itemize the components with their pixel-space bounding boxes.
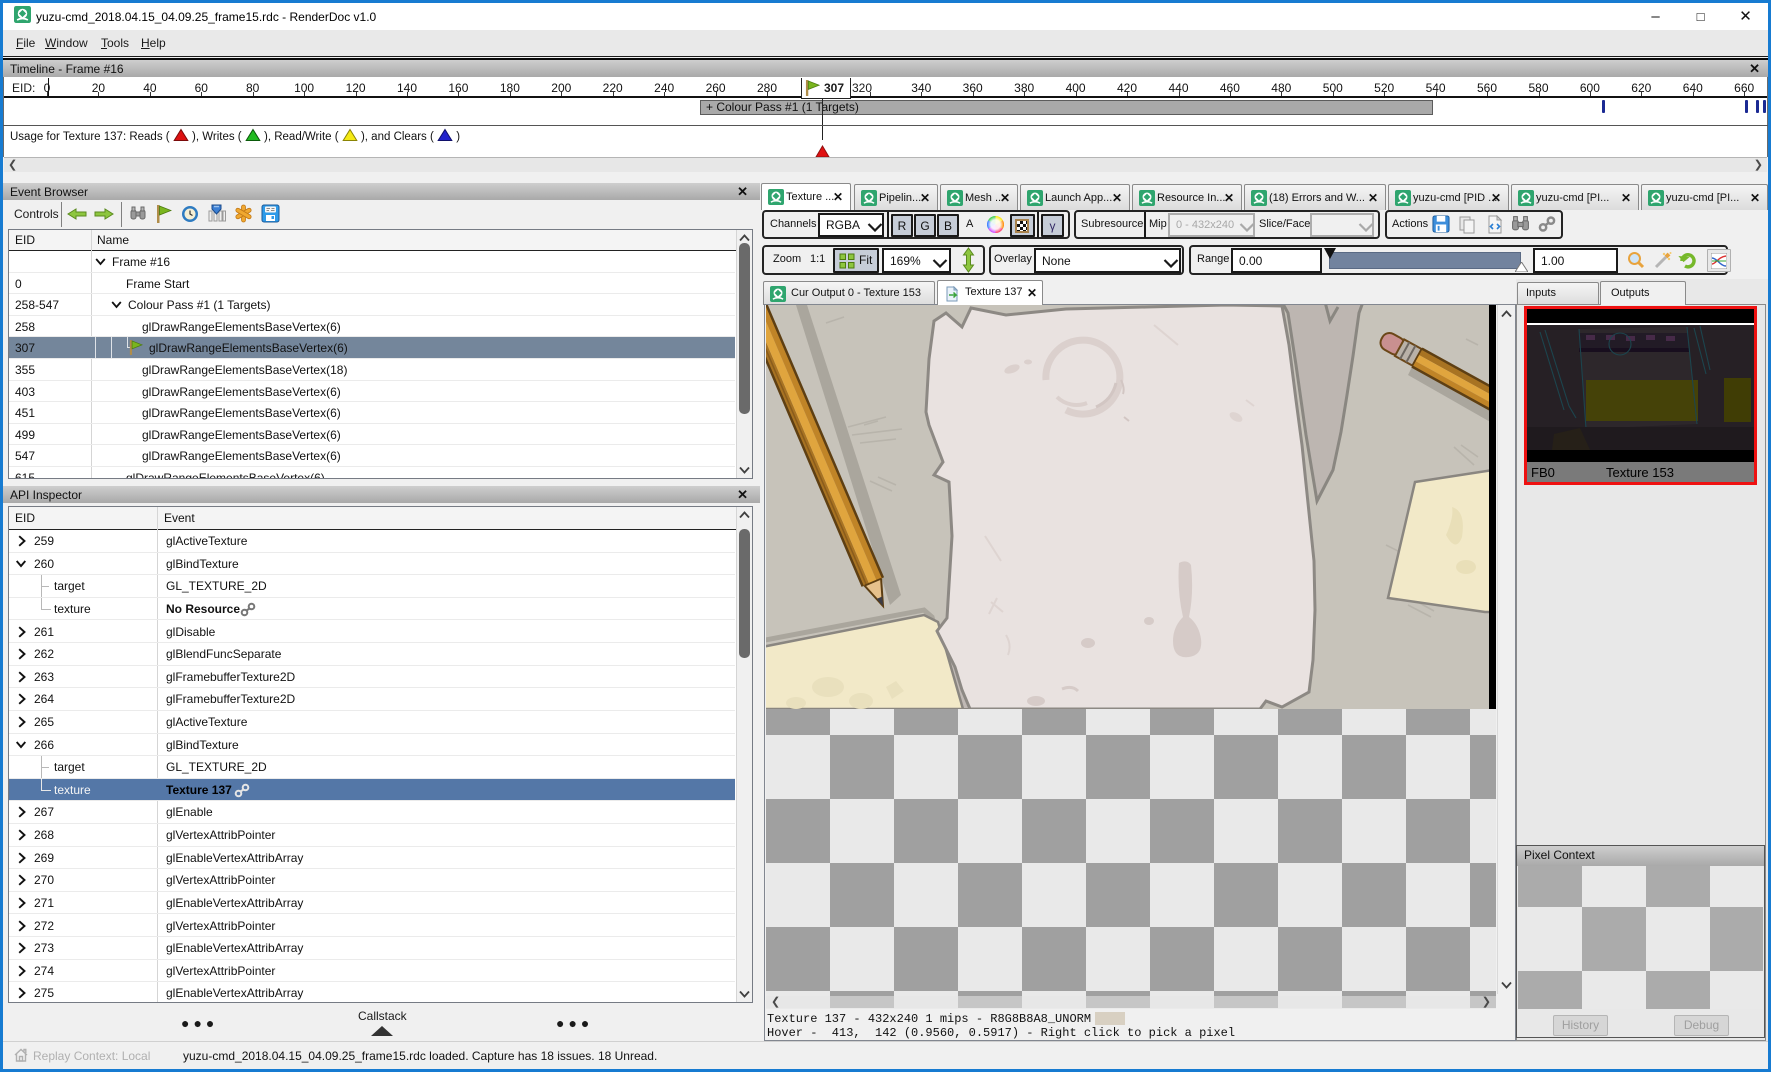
svg-text:FB0: FB0 — [1531, 465, 1555, 480]
svg-text:Texture 153: Texture 153 — [1606, 465, 1674, 480]
